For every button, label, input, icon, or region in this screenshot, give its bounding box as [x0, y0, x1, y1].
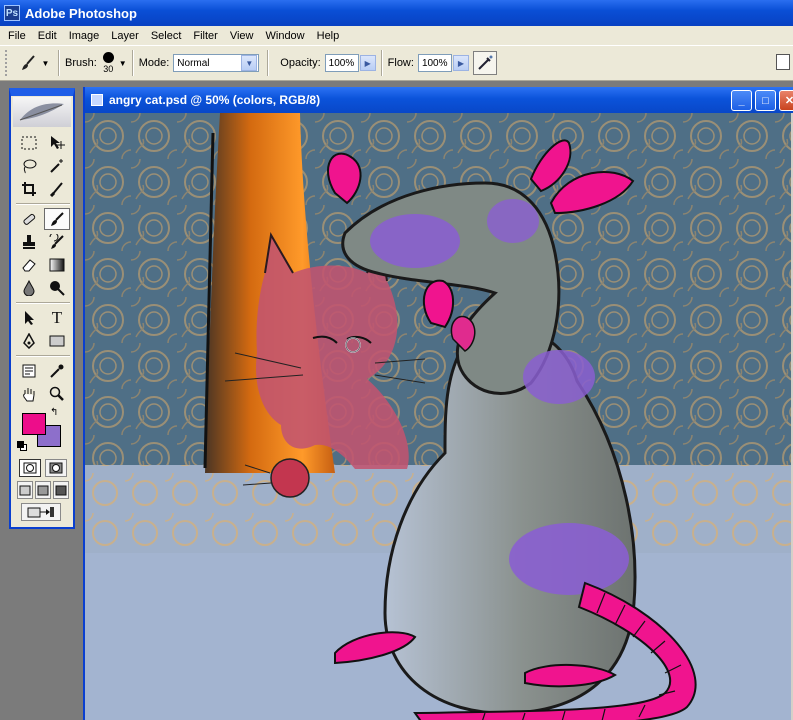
canvas[interactable] [85, 113, 793, 720]
opacity-value: 100% [328, 57, 355, 69]
healing-brush-tool-icon[interactable] [16, 208, 42, 230]
menu-view[interactable]: View [224, 30, 260, 42]
eraser-tool-icon[interactable] [16, 254, 42, 276]
dodge-tool-icon[interactable] [44, 277, 70, 299]
foreground-color-swatch[interactable] [22, 413, 46, 435]
move-tool-icon[interactable] [44, 132, 70, 154]
screen-mode-full-menu-button[interactable] [35, 481, 51, 499]
magic-wand-tool-icon[interactable] [44, 155, 70, 177]
options-bar: ▼ Brush: 30 ▼ Mode: Normal ▼ Opacity: 10… [0, 45, 793, 81]
opacity-input[interactable]: 100% [324, 54, 359, 72]
eyedropper-tool-icon[interactable] [44, 360, 70, 382]
crop-tool-icon[interactable] [16, 178, 42, 200]
opacity-slider-icon[interactable]: ▶ [359, 55, 376, 71]
screen-mode-standard-button[interactable] [17, 481, 33, 499]
menu-layer[interactable]: Layer [105, 30, 145, 42]
menu-select[interactable]: Select [145, 30, 188, 42]
brush-picker[interactable]: 30 [102, 52, 114, 74]
notes-tool-icon[interactable] [16, 360, 42, 382]
type-tool-icon[interactable]: T [44, 307, 70, 329]
toolbox: T ↰ [9, 88, 75, 529]
blur-tool-icon[interactable] [16, 277, 42, 299]
document-window: angry cat.psd @ 50% (colors, RGB/8) _ □ … [83, 87, 793, 720]
document-title-bar[interactable]: angry cat.psd @ 50% (colors, RGB/8) [85, 87, 793, 113]
airbrush-icon [478, 55, 493, 70]
document-title: angry cat.psd @ 50% (colors, RGB/8) [109, 93, 321, 107]
slice-tool-icon[interactable] [44, 178, 70, 200]
brush-icon [21, 55, 35, 70]
brush-picker-arrow-icon[interactable]: ▼ [119, 59, 127, 68]
app-title-bar[interactable]: Ps Adobe Photoshop [0, 0, 793, 26]
preset-arrow-icon: ▼ [41, 58, 50, 68]
menu-window[interactable]: Window [260, 30, 311, 42]
mode-value: Normal [177, 57, 210, 69]
maximize-button[interactable]: □ [755, 90, 776, 111]
hand-tool-icon[interactable] [16, 383, 42, 405]
mode-label: Mode: [138, 57, 170, 69]
chevron-down-icon: ▼ [241, 55, 258, 71]
brush-label: Brush: [65, 57, 97, 69]
app-title: Adobe Photoshop [25, 5, 137, 21]
menu-file[interactable]: File [2, 30, 32, 42]
palette-well-icon[interactable] [776, 54, 790, 70]
artwork-image [85, 113, 793, 720]
flow-label: Flow: [387, 57, 414, 69]
menu-edit[interactable]: Edit [32, 30, 63, 42]
brush-tip-icon [102, 52, 114, 63]
lasso-tool-icon[interactable] [16, 155, 42, 177]
minimize-button[interactable]: _ [731, 90, 752, 111]
standard-mode-button[interactable] [19, 459, 41, 477]
marquee-tool-icon[interactable] [16, 132, 42, 154]
quick-mask-button[interactable] [45, 459, 67, 477]
clone-stamp-tool-icon[interactable] [16, 231, 42, 253]
path-selection-tool-icon[interactable] [16, 307, 42, 329]
tool-preset-picker[interactable]: ▼ [15, 50, 53, 76]
color-swatches: ↰ [17, 407, 73, 455]
feather-logo-icon[interactable] [13, 97, 71, 127]
flow-value: 100% [421, 57, 448, 69]
swap-colors-icon[interactable]: ↰ [50, 407, 58, 418]
default-colors-icon[interactable] [17, 441, 27, 451]
jump-to-imageready-button[interactable] [21, 503, 61, 521]
document-icon [91, 94, 103, 106]
options-bar-grip[interactable] [5, 50, 9, 76]
photoshop-logo-icon: Ps [4, 5, 20, 21]
gradient-tool-icon[interactable] [44, 254, 70, 276]
menu-help[interactable]: Help [311, 30, 346, 42]
menu-filter[interactable]: Filter [187, 30, 223, 42]
close-button[interactable]: ✕ [779, 90, 793, 111]
flow-slider-icon[interactable]: ▶ [452, 55, 469, 71]
airbrush-button[interactable] [472, 51, 497, 75]
menu-bar: File Edit Image Layer Select Filter View… [0, 26, 793, 45]
menu-image[interactable]: Image [63, 30, 106, 42]
brush-tool-icon[interactable] [44, 208, 70, 230]
mode-select[interactable]: Normal ▼ [173, 54, 260, 72]
zoom-tool-icon[interactable] [44, 383, 70, 405]
history-brush-tool-icon[interactable] [44, 231, 70, 253]
brush-size: 30 [103, 64, 114, 74]
flow-input[interactable]: 100% [417, 54, 452, 72]
screen-mode-full-button[interactable] [53, 481, 69, 499]
opacity-label: Opacity: [280, 57, 321, 69]
rectangle-tool-icon[interactable] [44, 330, 70, 352]
pen-tool-icon[interactable] [16, 330, 42, 352]
